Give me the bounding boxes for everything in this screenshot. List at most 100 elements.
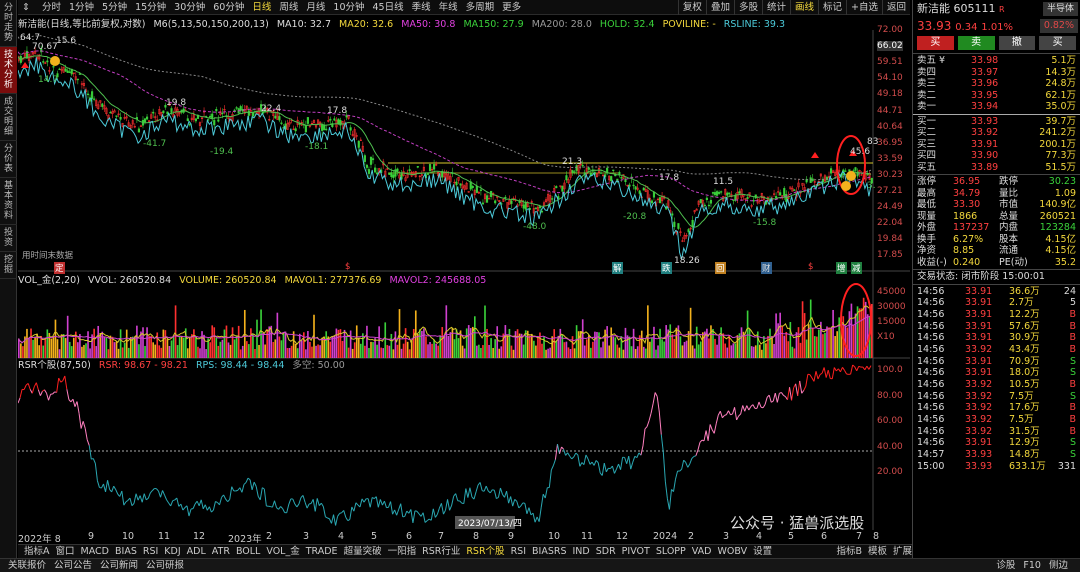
event-marker[interactable]: 回 [715, 262, 726, 274]
rsr-segment [92, 458, 96, 464]
rsr-tick: 20.00 [877, 467, 903, 477]
status-link[interactable]: 公司研报 [142, 559, 188, 572]
left-tab[interactable]: 基 本 资 料 [0, 178, 17, 225]
event-marker[interactable]: $ [345, 262, 350, 272]
indicator-tab[interactable]: 一阳指 [385, 545, 420, 559]
indicator-tab[interactable]: RSI [140, 545, 161, 559]
toolbar-button[interactable]: 统计 [761, 0, 790, 15]
status-button[interactable]: 侧边 [1045, 559, 1072, 572]
indicator-tab[interactable]: 窗口 [53, 545, 78, 559]
left-tab[interactable]: 技 术 分 析 [0, 47, 17, 94]
indicator-tab[interactable]: IND [569, 545, 592, 559]
price-tick: 30.23 [877, 169, 903, 180]
tick-time: 14:56 [917, 332, 945, 344]
indicator-tab[interactable]: RSR行业 [419, 545, 463, 559]
indicator-tab[interactable]: PIVOT [619, 545, 653, 559]
rsr-segment [730, 413, 733, 416]
volume-bar [93, 328, 95, 358]
stat-value: 34.79 [953, 187, 981, 199]
indicator-tab[interactable]: TRADE [303, 545, 341, 559]
indicator-tab[interactable]: RSR个股 [463, 545, 507, 559]
buy-button[interactable]: 买 [917, 36, 954, 50]
indicator-tab[interactable]: VAD [689, 545, 715, 559]
indicator-tab[interactable]: SLOPP [653, 545, 689, 559]
indicator-tab[interactable]: ADL [184, 545, 209, 559]
period-tab[interactable]: 月线 [302, 0, 329, 15]
indicator-tab[interactable]: BOLL [233, 545, 263, 559]
left-tab[interactable]: 挖 掘 [0, 252, 17, 279]
indicator-tab[interactable]: BIASRS [529, 545, 569, 559]
indicator-tab[interactable]: WOBV [714, 545, 750, 559]
period-tab[interactable]: 30分钟 [170, 0, 209, 15]
period-tab[interactable]: 季线 [408, 0, 435, 15]
toolbar-button[interactable]: 叠加 [705, 0, 734, 15]
event-marker[interactable]: 增 [836, 262, 847, 274]
indicator-tab[interactable]: MACD [78, 545, 112, 559]
dropdown-icon[interactable]: ⇕ [18, 0, 34, 15]
period-tab[interactable]: 45日线 [369, 0, 408, 15]
event-marker[interactable]: 财 [761, 262, 772, 274]
status-link[interactable]: 关联报价 [4, 559, 50, 572]
period-tab[interactable]: 1分钟 [65, 0, 98, 15]
toolbar-button[interactable]: 复权 [677, 0, 706, 15]
candle-body [618, 171, 621, 175]
left-tab[interactable]: 投 资 [0, 225, 17, 252]
status-button[interactable]: 诊股 [992, 559, 1019, 572]
toolbar-button[interactable]: 多股 [733, 0, 762, 15]
toolbar-button[interactable]: 标记 [818, 0, 846, 15]
indicator-tab[interactable]: ATR [209, 545, 233, 559]
period-tab[interactable]: 日线 [248, 0, 275, 15]
event-marker[interactable]: 跌 [661, 262, 672, 274]
volume-bar [614, 337, 617, 358]
indicator-tab[interactable]: SDR [593, 545, 619, 559]
volume-bar [604, 329, 606, 358]
indicator-tab[interactable]: RSI [508, 545, 529, 559]
volume-bar [551, 336, 553, 358]
period-tab[interactable]: 15分钟 [131, 0, 170, 15]
left-tab[interactable]: 分 时 走 势 [0, 0, 17, 47]
period-tab[interactable]: 年线 [435, 0, 462, 15]
status-link[interactable]: 公司公告 [50, 559, 96, 572]
stat-value: 260521 [1039, 210, 1076, 222]
volume-bar [832, 309, 834, 358]
candle-body [329, 118, 332, 121]
period-tab[interactable]: 更多 [498, 0, 525, 15]
period-tab[interactable]: 5分钟 [98, 0, 131, 15]
bid-volume: 200.1万 [1039, 138, 1076, 150]
period-tab[interactable]: 60分钟 [209, 0, 248, 15]
buy2-button[interactable]: 买 [1039, 36, 1076, 50]
toolbar-button[interactable]: +自选 [846, 0, 882, 15]
volume-bar [573, 348, 576, 358]
cancel-button[interactable]: 撤 [998, 36, 1036, 50]
period-tab[interactable]: 10分钟 [329, 0, 368, 15]
indicator-button[interactable]: 指标B [833, 545, 865, 559]
indicator-tab[interactable]: BIAS [112, 545, 140, 559]
event-marker[interactable]: 解 [612, 262, 623, 274]
trade-buttons: 买 卖 撤 买 [913, 34, 1080, 52]
indicator-tab[interactable]: KDJ [161, 545, 183, 559]
period-tab[interactable]: 分时 [38, 0, 65, 15]
sell-button[interactable]: 卖 [957, 36, 995, 50]
left-tab[interactable]: 分 价 表 [0, 141, 17, 178]
indicator-button[interactable]: 模板 [865, 545, 890, 559]
rsr-segment [416, 510, 420, 515]
indicator-tab[interactable]: 设置 [750, 545, 775, 559]
rsr-segment [440, 503, 444, 515]
status-link[interactable]: 公司新闻 [96, 559, 142, 572]
period-tab[interactable]: 多周期 [462, 0, 499, 15]
volume-bar [494, 339, 496, 358]
event-marker[interactable]: 减 [851, 262, 862, 274]
event-marker[interactable]: $ [808, 262, 813, 272]
toolbar-button[interactable]: 返回 [881, 0, 910, 15]
sector-badge[interactable]: 半导体 [1042, 2, 1078, 16]
status-button[interactable]: F10 [1019, 559, 1045, 572]
bid-level: 买四 [917, 150, 937, 161]
volume-bar [860, 308, 863, 358]
period-tab[interactable]: 周线 [275, 0, 302, 15]
indicator-tab[interactable]: 超量突破 [341, 545, 385, 559]
left-tab[interactable]: 成 交 明 细 [0, 94, 17, 141]
toolbar-button[interactable]: 画线 [789, 0, 818, 15]
indicator-tab[interactable]: VOL_金 [263, 545, 302, 559]
indicator-tab[interactable]: 指标A [21, 545, 53, 559]
candle-body [728, 192, 731, 195]
